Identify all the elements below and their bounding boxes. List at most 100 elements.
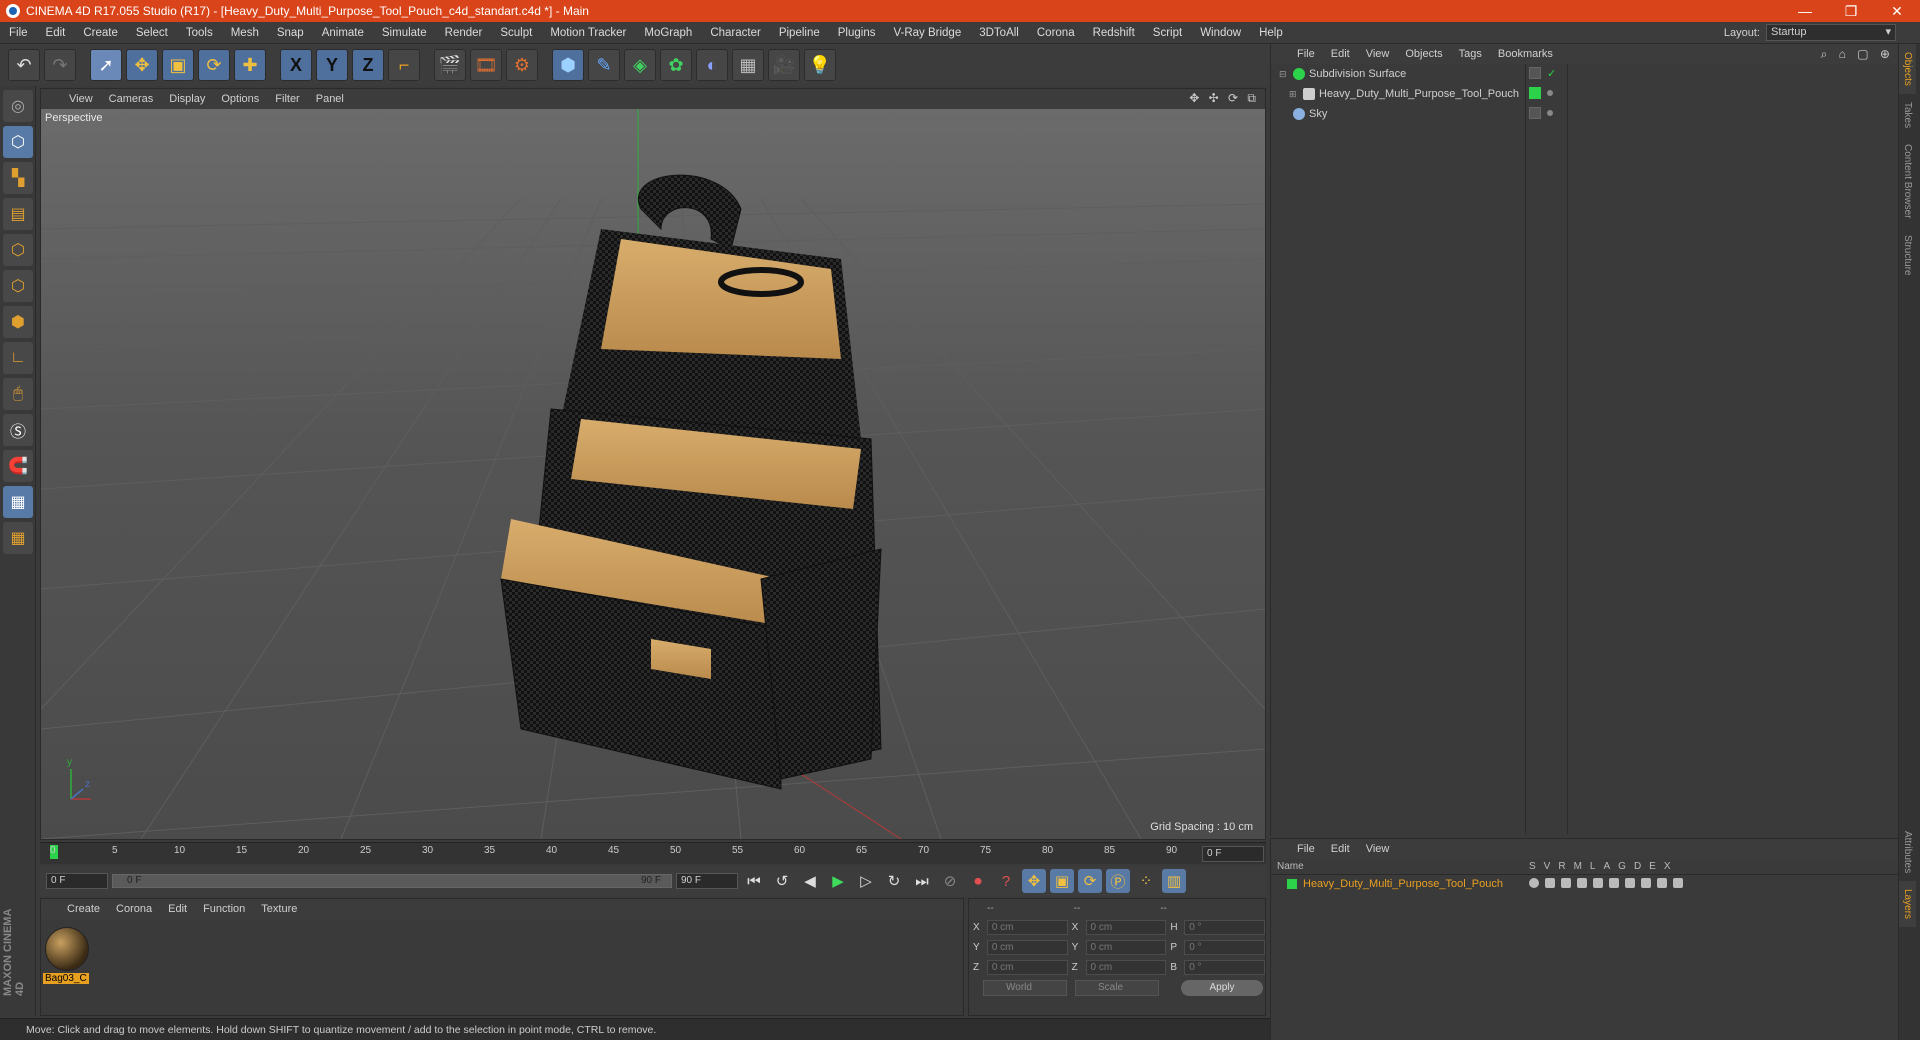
workplane-icon[interactable]: ▤ bbox=[3, 198, 33, 230]
om-menu-objects[interactable]: Objects bbox=[1397, 48, 1450, 60]
rotate-icon[interactable]: ⟳ bbox=[198, 49, 230, 81]
object-row-sky[interactable]: Sky bbox=[1271, 104, 1898, 124]
viewport-menu-cameras[interactable]: Cameras bbox=[101, 93, 162, 105]
axis-mode-icon[interactable]: ∟ bbox=[3, 342, 33, 374]
make-editable-icon[interactable]: ◎ bbox=[3, 90, 33, 122]
om-menu-edit[interactable]: Edit bbox=[1323, 48, 1358, 60]
play-icon[interactable]: ▶ bbox=[826, 869, 850, 893]
close-button[interactable]: ✕ bbox=[1874, 3, 1920, 20]
position-x-field[interactable]: 0 cm bbox=[986, 919, 1068, 935]
visibility-toggle[interactable] bbox=[1529, 107, 1541, 119]
coordinate-space-select[interactable]: World bbox=[983, 980, 1067, 996]
object-row-subdivision-surface[interactable]: ⊟ Subdivision Surface ✓ bbox=[1271, 64, 1898, 84]
x-axis-icon[interactable]: X bbox=[280, 49, 312, 81]
manager-toggle-icon[interactable] bbox=[1577, 878, 1587, 888]
menu-3dtoall[interactable]: 3DToAll bbox=[970, 27, 1028, 39]
tab-layers[interactable]: Layers bbox=[1899, 881, 1916, 928]
animation-toggle-icon[interactable] bbox=[1609, 878, 1619, 888]
viewport-menu-view[interactable]: View bbox=[61, 93, 101, 105]
lm-menu-edit[interactable]: Edit bbox=[1323, 843, 1358, 855]
menu-render[interactable]: Render bbox=[436, 27, 492, 39]
menu-create[interactable]: Create bbox=[74, 27, 127, 39]
go-to-start-icon[interactable]: ⏮ bbox=[742, 869, 766, 893]
edges-mode-icon[interactable]: ⬡ bbox=[3, 270, 33, 302]
material-menu-create[interactable]: Create bbox=[59, 903, 108, 915]
floor-icon[interactable]: ▦ bbox=[732, 49, 764, 81]
om-menu-view[interactable]: View bbox=[1358, 48, 1398, 60]
material-menu-edit[interactable]: Edit bbox=[160, 903, 195, 915]
current-frame-field[interactable]: 0 F bbox=[1202, 846, 1264, 862]
polygons-mode-icon[interactable]: ⬢ bbox=[3, 306, 33, 338]
menu-character[interactable]: Character bbox=[701, 27, 770, 39]
menu-select[interactable]: Select bbox=[127, 27, 177, 39]
keyframe-selection-icon[interactable]: ⊘ bbox=[938, 869, 962, 893]
lm-menu-file[interactable]: File bbox=[1289, 843, 1323, 855]
om-menu-file[interactable]: File bbox=[1289, 48, 1323, 60]
position-y-field[interactable]: 0 cm bbox=[986, 939, 1068, 955]
menu-snap[interactable]: Snap bbox=[268, 27, 313, 39]
snap-icon[interactable]: 🧲 bbox=[3, 450, 33, 482]
deformer-toggle-icon[interactable] bbox=[1641, 878, 1651, 888]
cloner-icon[interactable]: ✿ bbox=[660, 49, 692, 81]
model-mode-icon[interactable]: ⬡ bbox=[3, 126, 33, 158]
lock-toggle-icon[interactable] bbox=[1593, 878, 1603, 888]
next-frame-icon[interactable]: ▷ bbox=[854, 869, 878, 893]
menu-motion-tracker[interactable]: Motion Tracker bbox=[541, 27, 635, 39]
go-to-end-icon[interactable]: ⏭ bbox=[910, 869, 934, 893]
layer-name[interactable]: Heavy_Duty_Multi_Purpose_Tool_Pouch bbox=[1303, 878, 1503, 890]
size-y-field[interactable]: 0 cm bbox=[1085, 939, 1167, 955]
enabled-check-icon[interactable]: ✓ bbox=[1547, 67, 1556, 80]
om-toolbar-icons[interactable]: ⌕ ⌂ ▢ ⊕ bbox=[1821, 47, 1894, 62]
coordinate-system-icon[interactable]: ⌐ bbox=[388, 49, 420, 81]
camera-icon[interactable]: 🎥 bbox=[768, 49, 800, 81]
solo-toggle-icon[interactable] bbox=[1529, 878, 1539, 888]
layer-color-tag[interactable] bbox=[1529, 87, 1541, 99]
rotation-p-field[interactable]: 0 ° bbox=[1184, 939, 1266, 955]
menu-redshift[interactable]: Redshift bbox=[1084, 27, 1144, 39]
material-swatch[interactable] bbox=[45, 927, 89, 971]
material-menu-texture[interactable]: Texture bbox=[253, 903, 305, 915]
tab-structure[interactable]: Structure bbox=[1899, 227, 1916, 284]
menu-sculpt[interactable]: Sculpt bbox=[491, 27, 541, 39]
record-icon[interactable]: ⏺ bbox=[966, 869, 990, 893]
restore-button[interactable]: ❐ bbox=[1828, 3, 1874, 20]
tweak-mode-icon[interactable]: 🖱 bbox=[3, 378, 33, 410]
subdivision-icon[interactable]: ◈ bbox=[624, 49, 656, 81]
size-x-field[interactable]: 0 cm bbox=[1085, 919, 1167, 935]
light-icon[interactable]: 💡 bbox=[804, 49, 836, 81]
texture-mode-icon[interactable]: ▚ bbox=[3, 162, 33, 194]
menu-script[interactable]: Script bbox=[1144, 27, 1191, 39]
y-axis-icon[interactable]: Y bbox=[316, 49, 348, 81]
render-view-icon[interactable]: 🎬 bbox=[434, 49, 466, 81]
menu-tools[interactable]: Tools bbox=[177, 27, 222, 39]
expression-toggle-icon[interactable] bbox=[1657, 878, 1667, 888]
visibility-dot[interactable] bbox=[1547, 110, 1553, 116]
rotation-h-field[interactable]: 0 ° bbox=[1184, 919, 1266, 935]
om-menu-tags[interactable]: Tags bbox=[1451, 48, 1490, 60]
autokey-icon[interactable]: ? bbox=[994, 869, 1018, 893]
points-mode-icon[interactable]: ⬡ bbox=[3, 234, 33, 266]
key-scale-icon[interactable]: ▣ bbox=[1050, 869, 1074, 893]
start-frame-field[interactable]: 0 F bbox=[46, 873, 108, 889]
end-frame-field[interactable]: 90 F bbox=[676, 873, 738, 889]
previous-frame-icon[interactable]: ◀ bbox=[798, 869, 822, 893]
menu-help[interactable]: Help bbox=[1250, 27, 1292, 39]
visibility-toggle[interactable] bbox=[1529, 67, 1541, 79]
render-toggle-icon[interactable] bbox=[1561, 878, 1571, 888]
key-param-icon[interactable]: Ⓟ bbox=[1106, 869, 1130, 893]
material-menu-corona[interactable]: Corona bbox=[108, 903, 160, 915]
layer-color-swatch[interactable] bbox=[1287, 879, 1297, 889]
key-move-icon[interactable]: ✥ bbox=[1022, 869, 1046, 893]
visibility-dot[interactable] bbox=[1547, 90, 1553, 96]
view-toggle-icon[interactable] bbox=[1545, 878, 1555, 888]
menu-pipeline[interactable]: Pipeline bbox=[770, 27, 829, 39]
menu-window[interactable]: Window bbox=[1191, 27, 1250, 39]
preview-range-slider[interactable]: 0 F 90 F bbox=[112, 874, 672, 888]
menu-mesh[interactable]: Mesh bbox=[222, 27, 268, 39]
previous-key-icon[interactable]: ↺ bbox=[770, 869, 794, 893]
z-axis-icon[interactable]: Z bbox=[352, 49, 384, 81]
menu-corona[interactable]: Corona bbox=[1028, 27, 1084, 39]
xref-toggle-icon[interactable] bbox=[1673, 878, 1683, 888]
rotation-b-field[interactable]: 0 ° bbox=[1184, 959, 1266, 975]
move-icon[interactable]: ✥ bbox=[126, 49, 158, 81]
